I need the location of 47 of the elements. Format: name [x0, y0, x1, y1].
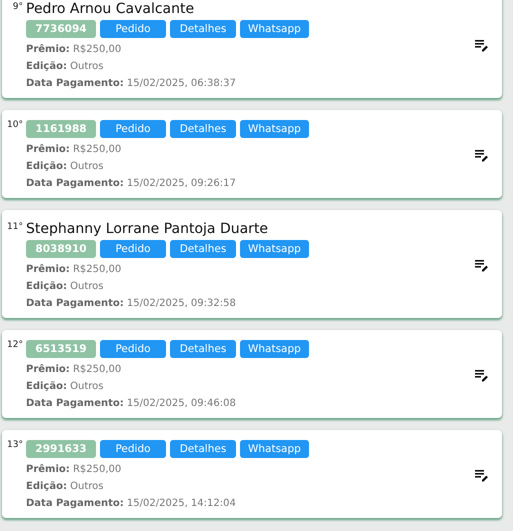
rank-number: 10°	[7, 120, 24, 130]
info-line: Data Pagamento: 15/02/2025, 14:12:04	[26, 497, 237, 511]
info-line: Data Pagamento: 15/02/2025, 09:46:08	[26, 397, 237, 411]
info-line: Prêmio: R$250,00	[26, 363, 122, 377]
rank-number: 12°	[7, 340, 24, 350]
rank-number: 11°	[7, 222, 24, 232]
rank-number: 9°	[12, 2, 24, 12]
code-tag: 1161988	[26, 120, 96, 138]
code-tag: 6513519	[26, 340, 96, 358]
edit-list-icon[interactable]	[475, 470, 489, 482]
action-button[interactable]: Detalhes	[170, 440, 236, 458]
edit-list-icon[interactable]	[475, 150, 489, 162]
code-tag: 2991633	[26, 440, 96, 458]
edit-list-icon[interactable]	[475, 40, 489, 52]
action-button[interactable]: Detalhes	[170, 120, 236, 138]
info-line: Prêmio: R$250,00	[26, 143, 122, 157]
person-name: Stephanny Lorrane Pantoja Duarte	[26, 220, 270, 238]
info-line: Edição: Outros	[26, 160, 104, 174]
action-button[interactable]: Pedido	[100, 20, 166, 38]
action-button[interactable]: Pedido	[100, 120, 166, 138]
action-button[interactable]: Whatsapp	[240, 120, 309, 138]
info-line: Data Pagamento: 15/02/2025, 09:26:17	[26, 177, 237, 191]
action-button[interactable]: Pedido	[100, 440, 166, 458]
action-button[interactable]: Detalhes	[170, 240, 236, 258]
action-button[interactable]: Whatsapp	[240, 340, 309, 358]
info-line: Data Pagamento: 15/02/2025, 06:38:37	[26, 77, 237, 91]
info-line: Edição: Outros	[26, 60, 104, 74]
action-button[interactable]: Whatsapp	[240, 20, 309, 38]
rank-number: 13°	[7, 440, 24, 450]
info-line: Edição: Outros	[26, 280, 104, 294]
action-button[interactable]: Pedido	[100, 340, 166, 358]
edit-list-icon[interactable]	[475, 260, 489, 272]
info-line: Edição: Outros	[26, 380, 104, 394]
edit-list-icon[interactable]	[475, 370, 489, 382]
info-line: Prêmio: R$250,00	[26, 463, 122, 477]
action-button[interactable]: Detalhes	[170, 340, 236, 358]
code-tag: 8038910	[26, 240, 96, 258]
person-name: Pedro Arnou Cavalcante	[26, 0, 196, 18]
code-tag: 7736094	[26, 20, 96, 38]
action-button[interactable]: Detalhes	[170, 20, 236, 38]
action-button[interactable]: Whatsapp	[240, 440, 309, 458]
info-line: Prêmio: R$250,00	[26, 43, 122, 57]
info-line: Edição: Outros	[26, 480, 104, 494]
info-line: Prêmio: R$250,00	[26, 263, 122, 277]
info-line: Data Pagamento: 15/02/2025, 09:32:58	[26, 297, 237, 311]
action-button[interactable]: Whatsapp	[240, 240, 309, 258]
action-button[interactable]: Pedido	[100, 240, 166, 258]
